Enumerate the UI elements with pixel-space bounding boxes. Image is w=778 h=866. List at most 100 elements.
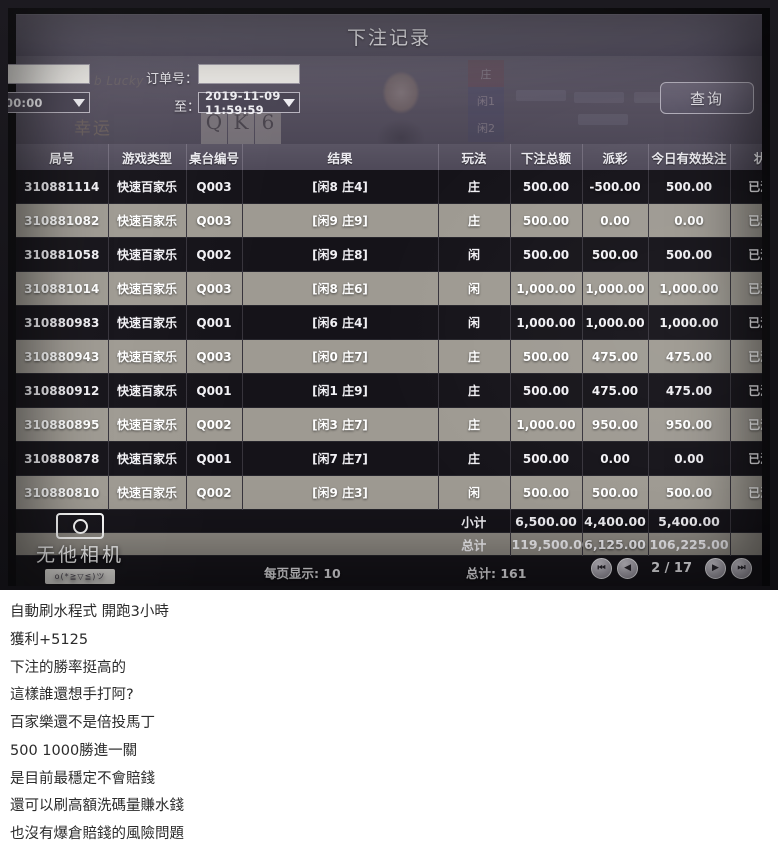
cell-table-no: Q003 [186, 203, 243, 238]
cell-game-type: 快速百家乐 [108, 339, 187, 374]
table-row[interactable]: 310880878 快速百家乐 Q001 [闲7 庄7] 庄 500.00 0.00 0.00… [16, 441, 762, 476]
time-from-dropdown[interactable]: 00:00 [8, 92, 90, 113]
subtotal-bet-amount: 6,500.00 [510, 509, 583, 533]
cell-round-id: 310881114 [16, 170, 109, 204]
cell-round-id: 310880878 [16, 441, 109, 476]
cell-bet-amount: 1,000.00 [510, 407, 583, 442]
cell-bet-amount: 500.00 [510, 237, 583, 272]
background-bleed-overlay: b Lucky 幸运 庄 闲1 闲2 Q K 6 [16, 56, 762, 146]
cell-result: [闲0 庄7] [242, 339, 439, 374]
table-row[interactable]: 310881014 快速百家乐 Q003 [闲8 庄6] 闲 1,000.00 1,000.… [16, 271, 762, 306]
col-header-game-type[interactable]: 游戏类型 [108, 144, 187, 170]
cell-round-id: 310880983 [16, 305, 109, 340]
caption-line: 百家樂還不是倍投馬丁 [10, 715, 155, 731]
col-header-payout[interactable]: 派彩 [582, 144, 649, 170]
cell-table-no: Q001 [186, 441, 243, 476]
cell-status: 已派彩 [730, 339, 762, 374]
cell-bet-amount: 500.00 [510, 339, 583, 374]
cell-bet-type: 庄 [438, 373, 511, 408]
order-no-input[interactable] [198, 64, 300, 84]
result-value: [闲7 庄7] [312, 452, 368, 466]
cell-round-id: 310880810 [16, 475, 109, 510]
cell-game-type: 快速百家乐 [108, 305, 187, 340]
next-page-icon[interactable]: ▶ [705, 558, 726, 579]
date-to-value: 2019-11-09 11:59:59 [205, 88, 281, 117]
cell-valid-bet: 1,000.00 [648, 305, 731, 340]
cell-bet-type: 庄 [438, 407, 511, 442]
cell-bet-amount: 1,000.00 [510, 271, 583, 306]
table-row[interactable]: 310880895 快速百家乐 Q002 [闲3 庄7] 庄 1,000.00 950.00… [16, 407, 762, 442]
watermark-ribbon: o(*≧▽≦)ツ [44, 569, 116, 584]
total-row: 总计 119,500.00 6,125.00 106,225.00 [16, 532, 762, 556]
cell-result: [闲8 庄6] [242, 271, 439, 306]
col-header-bet-amount[interactable]: 下注总额 [510, 144, 583, 170]
screen-photo: 下注记录 b Lucky 幸运 庄 闲1 闲2 Q K 6 00:00 订单号：… [0, 0, 778, 590]
table-row[interactable]: 310880943 快速百家乐 Q003 [闲0 庄7] 庄 500.00 475.00 47… [16, 339, 762, 374]
cell-valid-bet: 475.00 [648, 373, 731, 408]
subtotal-payout: 4,400.00 [582, 509, 649, 533]
cell-valid-bet: 500.00 [648, 170, 731, 204]
prev-page-icon[interactable]: ◀ [617, 558, 639, 579]
cell-status: 已派彩 [730, 305, 762, 340]
cell-table-no: Q002 [186, 407, 243, 442]
pagination-controls: ⏮ ◀ 2 / 17 ▶ ⏭ [591, 558, 752, 579]
cell-payout: 1,000.00 [582, 305, 649, 340]
query-button[interactable]: 查询 [660, 82, 754, 114]
cell-game-type: 快速百家乐 [108, 475, 187, 510]
cell-bet-type: 庄 [438, 203, 511, 238]
side-tab-player-2: 闲2 [468, 114, 504, 142]
chevron-down-icon [73, 98, 85, 107]
date-to-dropdown[interactable]: 2019-11-09 11:59:59 [198, 89, 300, 117]
subtotal-row: 小计 6,500.00 4,400.00 5,400.00 [16, 509, 762, 533]
page-title: 下注记录 [346, 26, 431, 49]
total-valid-bet: 106,225.00 [648, 532, 731, 556]
cell-bet-type: 闲 [438, 237, 511, 272]
cell-bet-type: 庄 [438, 170, 511, 204]
card-2: K [228, 112, 254, 146]
table-row[interactable]: 310880983 快速百家乐 Q001 [闲6 庄4] 闲 1,000.00 1,000.… [16, 305, 762, 340]
col-header-result[interactable]: 结果 [242, 144, 439, 170]
subtotal-status-blank [730, 509, 762, 533]
col-header-round-id[interactable]: 局号 [16, 144, 109, 170]
cell-status: 已派彩 [730, 475, 762, 510]
cell-round-id: 310881058 [16, 237, 109, 272]
cell-game-type: 快速百家乐 [108, 441, 187, 476]
cell-status: 已派彩 [730, 373, 762, 408]
cell-result: [闲8 庄4] [242, 170, 439, 204]
cell-result: [闲9 庄9] [242, 203, 439, 238]
cell-game-type: 快速百家乐 [108, 237, 187, 272]
dealer-thumbnail [364, 66, 438, 144]
xingyun-watermark-text: 幸运 [74, 119, 112, 139]
table-row[interactable]: 310881114 快速百家乐 Q003 [闲8 庄4] 庄 500.00 -500.00 5… [16, 170, 762, 204]
card-overlay: Q K 6 [201, 112, 281, 146]
side-tab-player-1: 闲1 [468, 87, 504, 115]
cell-table-no: Q001 [186, 373, 243, 408]
cell-table-no: Q003 [186, 271, 243, 306]
table-row[interactable]: 310881082 快速百家乐 Q003 [闲9 庄9] 庄 500.00 0.00 0.00… [16, 203, 762, 238]
cell-valid-bet: 500.00 [648, 237, 731, 272]
cell-result: [闲6 庄4] [242, 305, 439, 340]
table-row[interactable]: 310881058 快速百家乐 Q002 [闲9 庄8] 闲 500.00 500.00 50… [16, 237, 762, 272]
caption-line: 500 1000勝進一關 [10, 742, 138, 759]
first-page-icon[interactable]: ⏮ [591, 558, 613, 579]
cell-bet-type: 闲 [438, 305, 511, 340]
cell-round-id: 310881014 [16, 271, 109, 306]
table-header-row: 局号 游戏类型 桌台编号 结果 玩法 下注总额 派彩 今日有效投注 状态 [16, 144, 762, 170]
result-value: [闲8 庄4] [312, 180, 368, 194]
cell-payout: 950.00 [582, 407, 649, 442]
col-header-bet-type[interactable]: 玩法 [438, 144, 511, 170]
cell-valid-bet: 475.00 [648, 339, 731, 374]
col-header-table-no[interactable]: 桌台编号 [186, 144, 243, 170]
cell-game-type: 快速百家乐 [108, 170, 187, 204]
total-status-blank [730, 532, 762, 556]
col-header-valid-bet[interactable]: 今日有效投注 [648, 144, 731, 170]
per-page-label: 每页显示: 10 [264, 566, 341, 581]
table-row[interactable]: 310880912 快速百家乐 Q001 [闲1 庄9] 庄 500.00 475.00 47… [16, 373, 762, 408]
last-page-icon[interactable]: ⏭ [731, 558, 752, 579]
col-header-status[interactable]: 状态 [730, 144, 762, 170]
table-row[interactable]: 310880810 快速百家乐 Q002 [闲9 庄3] 闲 500.00 500.00 50… [16, 475, 762, 510]
records-table-container: 局号 游戏类型 桌台编号 结果 玩法 下注总额 派彩 今日有效投注 状态 310… [16, 144, 762, 556]
cell-game-type: 快速百家乐 [108, 373, 187, 408]
time-from-text-input[interactable] [8, 64, 90, 84]
subtotal-valid-bet: 5,400.00 [648, 509, 731, 533]
